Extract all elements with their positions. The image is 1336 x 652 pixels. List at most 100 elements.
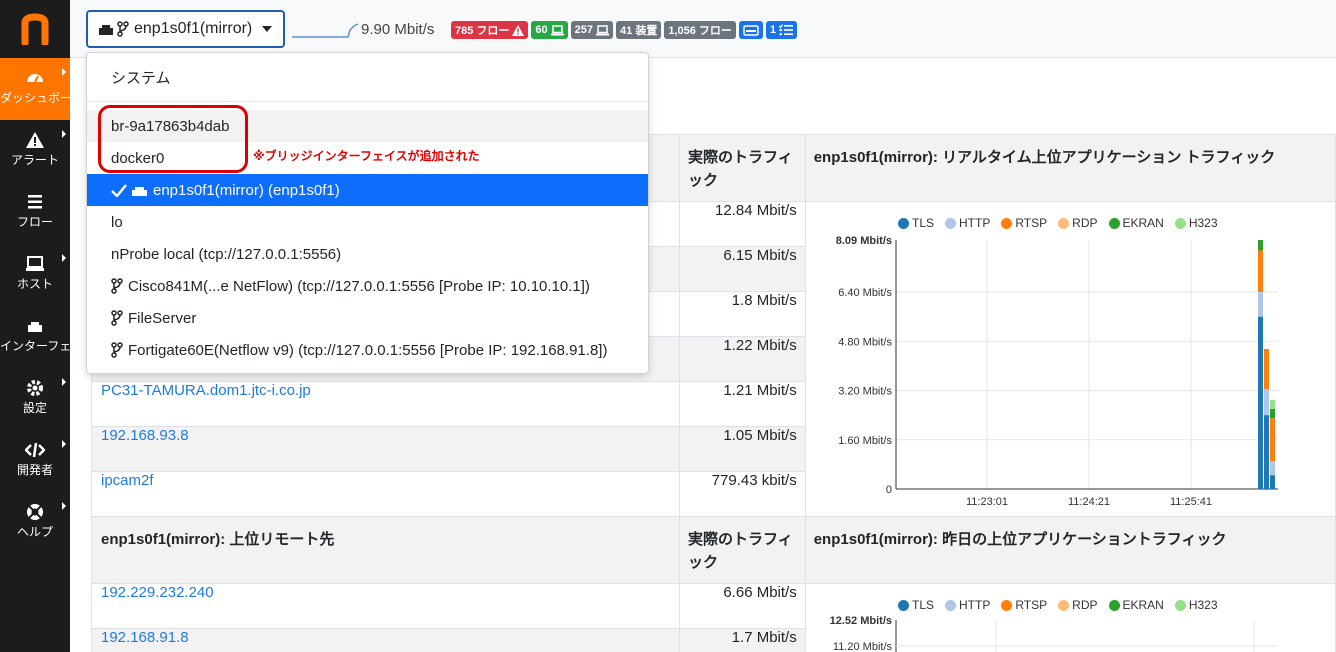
legend-swatch — [945, 599, 957, 611]
x-tick-label: 11:23:01 — [966, 496, 1008, 508]
sidebar-item-help[interactable]: ヘルプ — [0, 492, 70, 554]
chevron-right-icon — [62, 68, 66, 76]
sidebar-item-label: ヘルプ — [16, 525, 53, 539]
dropdown-item-lo[interactable]: lo — [87, 206, 648, 238]
sidebar-item-flows[interactable]: フロー — [0, 182, 70, 244]
branch-icon — [117, 21, 129, 37]
chevron-right-icon — [62, 130, 66, 138]
badge-label: 60 — [535, 24, 548, 36]
bar-segment — [1270, 475, 1275, 489]
dropdown-item-cisco841m[interactable]: Cisco841M(...e NetFlow) (tcp://127.0.0.1… — [87, 270, 648, 302]
sidebar-item-interfaces[interactable]: インターフェイス — [0, 306, 95, 368]
status-badges: 785 フロー 60 257 41 装置 1,056 フロー 1 — [451, 21, 798, 39]
dropdown-header-label: システム — [111, 69, 171, 87]
y-tick-label: 12.52 Mbit/s — [830, 615, 892, 627]
dropdown-item-fileserver[interactable]: FileServer — [87, 302, 648, 334]
header-actual-traffic: 実際のトラフィック — [679, 516, 806, 584]
throughput-sparkline — [292, 23, 358, 38]
x-tick-label: 11:24:21 — [1068, 496, 1110, 508]
legend-swatch — [1058, 217, 1070, 229]
dropdown-divider — [87, 101, 648, 102]
bar-segment — [1258, 316, 1263, 489]
bar-segment — [1270, 399, 1275, 409]
laptop-icon — [550, 24, 564, 35]
dropdown-item-label: Cisco841M(...e NetFlow) (tcp://127.0.0.1… — [128, 277, 590, 295]
badge-label: 257 — [574, 24, 594, 36]
sidebar-item-alerts[interactable]: アラート — [0, 120, 70, 182]
chevron-right-icon — [62, 254, 66, 262]
sidebar-item-developer[interactable]: 開発者 — [0, 430, 70, 492]
sidebar-item-label: 設定 — [22, 401, 47, 415]
bar-segment — [1258, 250, 1263, 293]
traffic-cell: 1.21 Mbit/s — [679, 381, 806, 427]
sidebar-item-hosts[interactable]: ホスト — [0, 244, 70, 306]
traffic-cell: 1.7 Mbit/s — [679, 628, 806, 652]
bar-segment — [1270, 461, 1275, 476]
remote-hosts-badge[interactable]: 257 — [570, 21, 614, 39]
list-check-icon — [779, 24, 794, 36]
legend-swatch — [1108, 599, 1120, 611]
legend-swatch — [1001, 599, 1013, 611]
realtime-app-traffic-chart: 8.09 Mbit/s 6.40 Mbit/s 4.80 Mbit/s 3.20 Mb… — [836, 235, 1278, 508]
devices-badge[interactable]: 41 装置 — [616, 21, 662, 39]
dropdown-item-label: enp1s0f1(mirror) (enp1s0f1) — [153, 181, 340, 199]
host-link[interactable]: PC31-TAMURA.dom1.jtc-i.co.jp — [101, 382, 311, 399]
y-tick-label: 4.80 Mbit/s — [838, 336, 892, 348]
y-tick-label: 8.09 Mbit/s — [836, 235, 892, 247]
check-icon — [111, 183, 127, 197]
traffic-cell: 1.05 Mbit/s — [679, 426, 806, 472]
yesterday-app-traffic-chart: 12.52 Mbit/s 11.20 Mbit/s — [830, 615, 1278, 652]
caret-down-icon — [262, 26, 273, 32]
header-realtime-apps: enp1s0f1(mirror): リアルタイム上位アプリケーション トラフィッ… — [804, 134, 1336, 202]
sidebar-item-label: アラート — [10, 153, 59, 167]
chevron-right-icon — [62, 502, 66, 510]
legend-swatch — [1108, 217, 1120, 229]
chevron-right-icon — [62, 378, 66, 386]
laptop-icon — [596, 24, 610, 35]
bar-segment — [1258, 240, 1263, 251]
flows-badge[interactable]: 1,056 フロー — [664, 21, 736, 39]
host-link[interactable]: ipcam2f — [101, 472, 154, 489]
dropdown-item-nprobe-local[interactable]: nProbe local (tcp://127.0.0.1:5556) — [87, 238, 648, 270]
throughput-value: 9.90 Mbit/s — [361, 21, 435, 38]
lifebuoy-icon — [27, 504, 43, 520]
host-link[interactable]: 192.229.232.240 — [101, 584, 214, 601]
header-yesterday-apps: enp1s0f1(mirror): 昨日の上位アプリケーショントラフィック — [804, 516, 1336, 584]
legend-swatch — [1001, 217, 1013, 229]
bar-segment — [1264, 415, 1269, 489]
host-link[interactable]: 192.168.91.8 — [101, 629, 189, 646]
host-cell: 192.168.93.8 — [90, 426, 681, 472]
y-tick-label: 6.40 Mbit/s — [838, 287, 892, 299]
dropdown-item-label: FileServer — [128, 309, 197, 327]
sidebar-item-settings[interactable]: 設定 — [0, 368, 70, 430]
gear-icon — [27, 380, 43, 396]
legend-swatch — [898, 599, 909, 611]
interface-selector[interactable]: enp1s0f1(mirror) — [86, 10, 285, 48]
y-tick-label: 11.20 Mbit/s — [833, 641, 893, 652]
branch-icon — [111, 278, 123, 294]
traffic-cell: 1.22 Mbit/s — [679, 336, 806, 382]
annotation-note: ※ブリッジインターフェイスが追加された — [253, 149, 480, 163]
traffic-cell: 12.84 Mbit/s — [679, 201, 806, 247]
interface-badge[interactable] — [738, 21, 763, 39]
dropdown-header: システム — [87, 61, 648, 93]
sidebar-item-dashboard[interactable]: ダッシュボード — [0, 58, 84, 120]
warning-icon — [512, 24, 525, 36]
checklist-badge[interactable]: 1 — [765, 21, 798, 39]
branch-icon — [111, 342, 123, 358]
host-cell: 192.229.232.240 — [90, 583, 681, 629]
dropdown-item-fortigate60e[interactable]: Fortigate60E(Netflow v9) (tcp://127.0.0.… — [87, 334, 648, 366]
dropdown-item-enp1s0f1[interactable]: enp1s0f1(mirror) (enp1s0f1) — [87, 174, 648, 206]
annotation-highlight-ring — [98, 105, 248, 173]
ntopng-logo[interactable] — [0, 0, 70, 58]
header-top-remote: enp1s0f1(mirror): 上位リモート先 — [90, 516, 681, 584]
bar-segment — [1270, 418, 1275, 462]
table-header-row: enp1s0f1(mirror): 上位リモート先 実際のトラフィック enp1… — [90, 516, 1336, 584]
flow-alerts-badge[interactable]: 785 フロー — [451, 21, 529, 39]
sidebar-item-label: 開発者 — [16, 463, 53, 477]
host-link[interactable]: 192.168.93.8 — [101, 427, 189, 444]
local-hosts-badge[interactable]: 60 — [531, 21, 568, 39]
sidebar-item-label: ホスト — [16, 277, 53, 291]
y-tick-label: 0 — [886, 484, 892, 496]
code-icon — [25, 442, 45, 458]
